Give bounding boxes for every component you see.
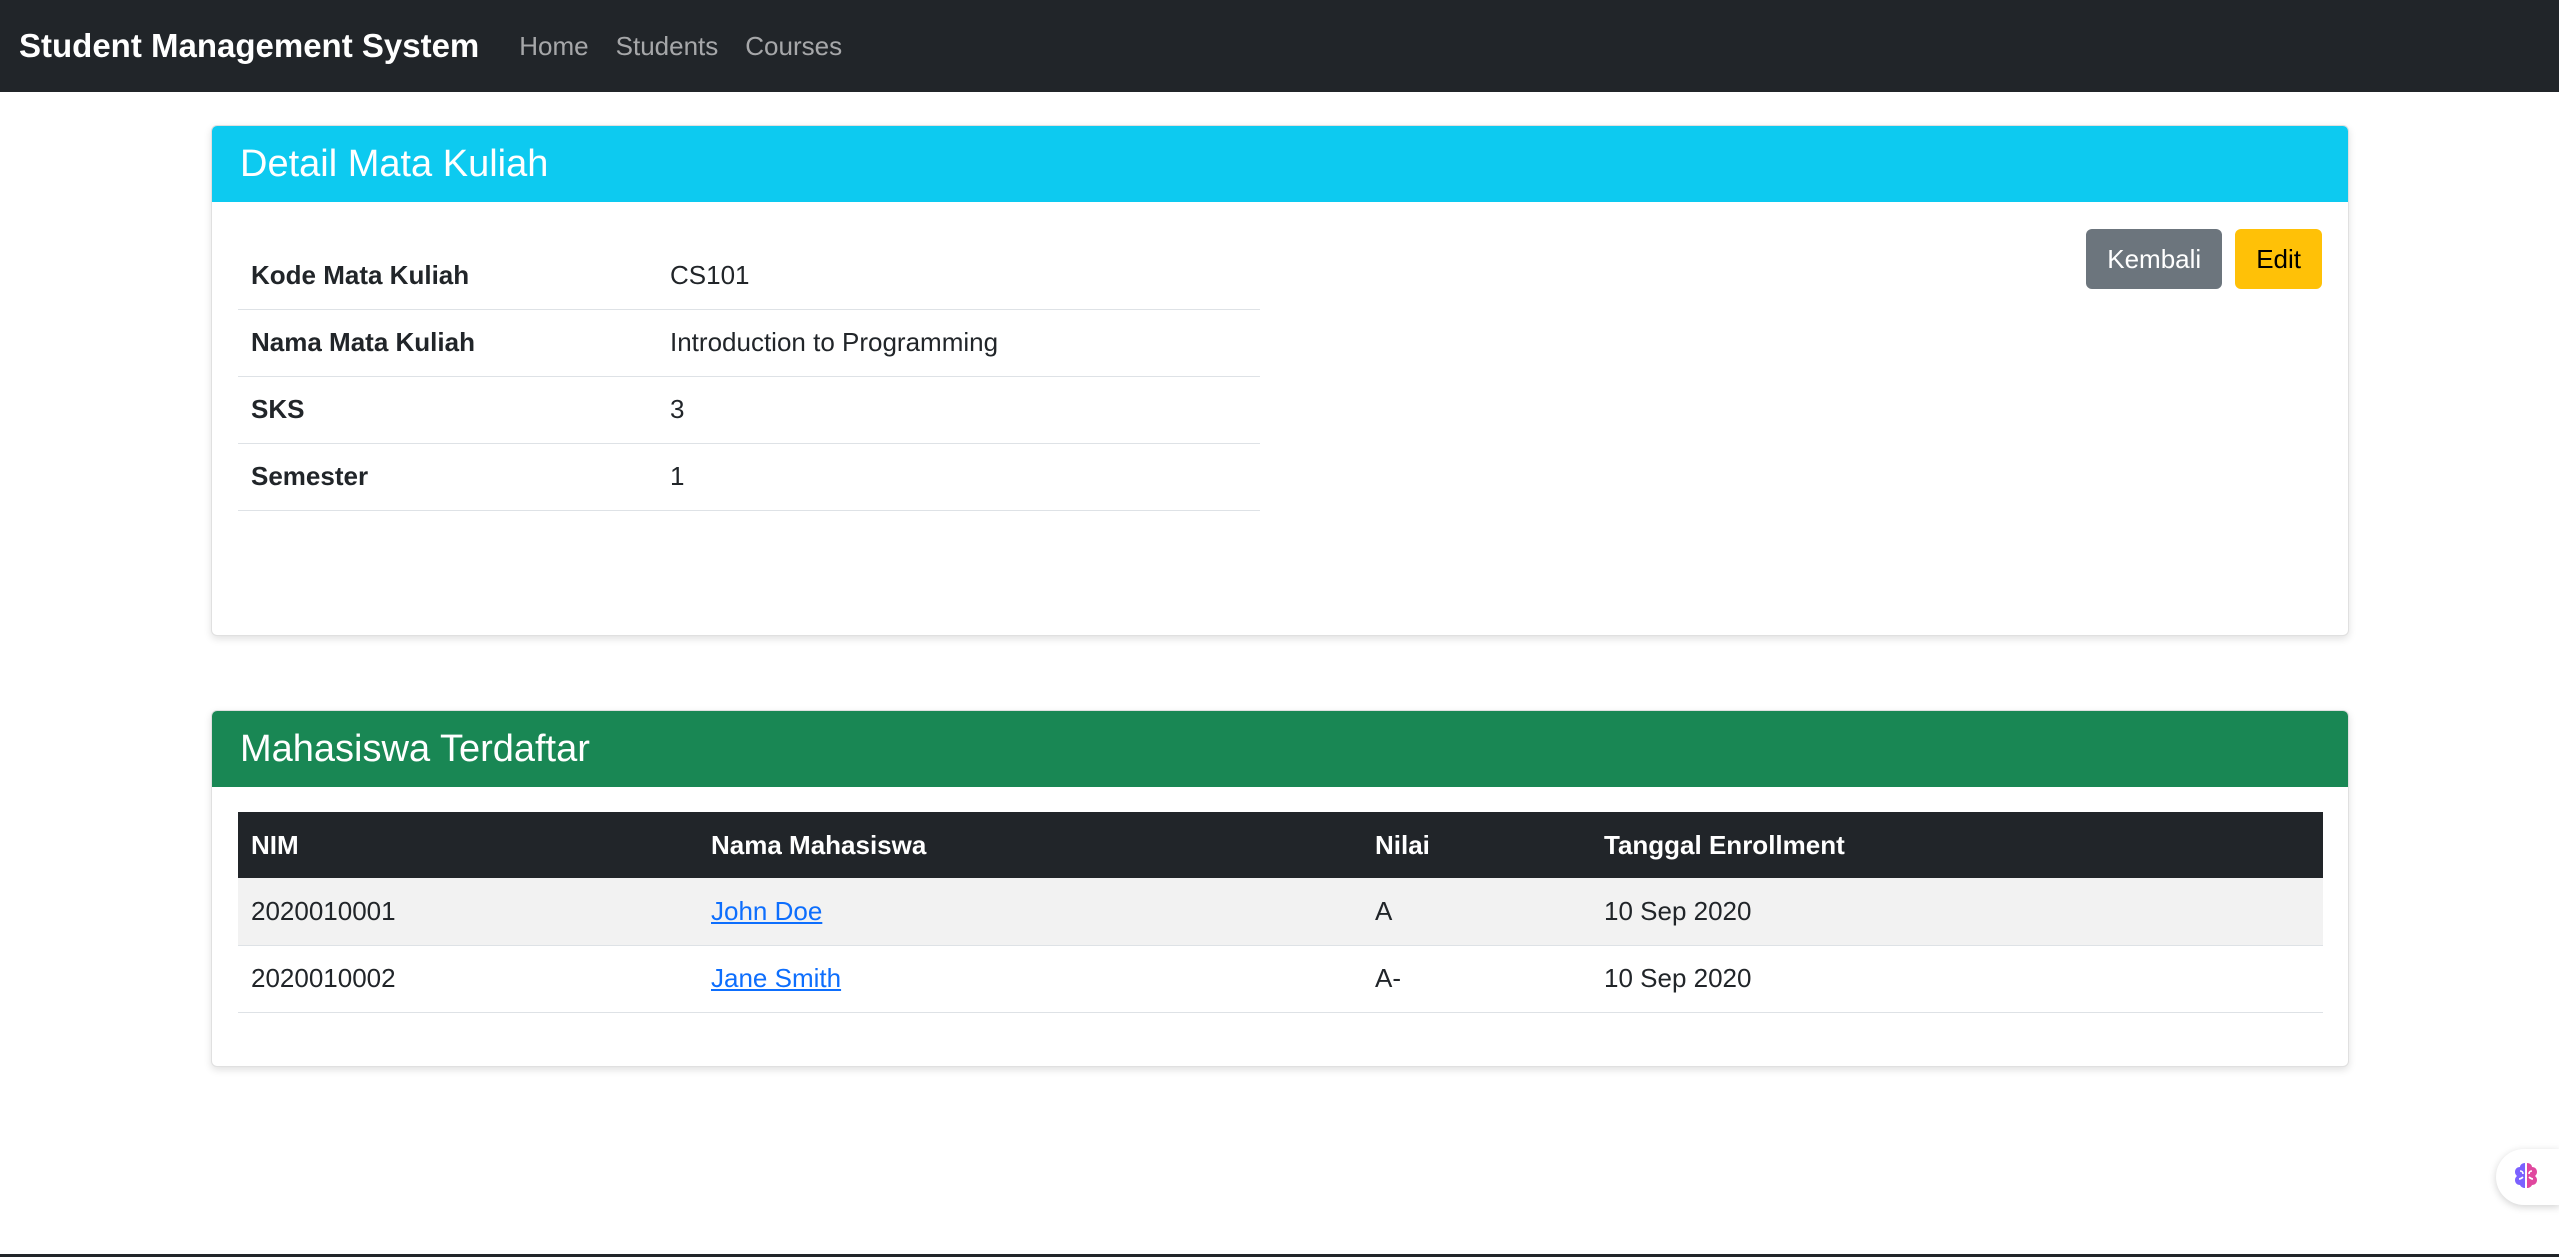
column-header-nim: NIM [251, 829, 299, 860]
course-actions: Kembali Edit [2086, 229, 2322, 289]
course-code-value: CS101 [657, 242, 1260, 310]
enrollment-date: 10 Sep 2020 [1591, 878, 2323, 946]
student-name-cell: Jane Smith [698, 945, 1362, 1013]
semester-label: Semester [238, 443, 657, 511]
course-detail-header: Detail Mata Kuliah [212, 126, 2348, 202]
table-header-row: NIM Nama Mahasiswa Nilai Tanggal Enrollm… [238, 812, 2323, 878]
course-detail-table: Kode Mata Kuliah CS101 Nama Mata Kuliah … [238, 242, 1260, 511]
student-nim: 2020010001 [238, 878, 698, 946]
detail-row-semester: Semester 1 [238, 443, 1260, 511]
sks-label: SKS [238, 376, 657, 444]
top-navbar: Student Management System Home Students … [0, 0, 2559, 92]
back-button[interactable]: Kembali [2086, 229, 2223, 289]
edit-button[interactable]: Edit [2235, 229, 2322, 289]
course-name-value: Introduction to Programming [657, 309, 1260, 377]
column-header-name: Nama Mahasiswa [711, 829, 927, 860]
enrolled-students-header: Mahasiswa Terdaftar [212, 711, 2348, 787]
table-row: 2020010002 Jane Smith A- 10 Sep 2020 [238, 945, 2323, 1013]
students-table: NIM Nama Mahasiswa Nilai Tanggal Enrollm… [238, 812, 2323, 1013]
detail-row-sks: SKS 3 [238, 376, 1260, 444]
student-name-cell: John Doe [698, 878, 1362, 946]
student-name-link[interactable]: Jane Smith [711, 963, 841, 993]
floating-assistant-button[interactable] [2496, 1149, 2559, 1205]
enrollment-date: 10 Sep 2020 [1591, 945, 2323, 1013]
table-row: 2020010001 John Doe A 10 Sep 2020 [238, 878, 2323, 946]
sks-value: 3 [657, 376, 1260, 444]
student-name-link[interactable]: John Doe [711, 896, 822, 926]
course-name-label: Nama Mata Kuliah [238, 309, 657, 377]
column-header-grade: Nilai [1375, 829, 1430, 860]
student-grade: A- [1362, 945, 1591, 1013]
navbar-brand[interactable]: Student Management System [19, 27, 479, 65]
enrolled-students-card: Mahasiswa Terdaftar NIM Nama Mahasiswa N… [211, 710, 2349, 1067]
student-grade: A [1362, 878, 1591, 946]
student-nim: 2020010002 [238, 945, 698, 1013]
nav-link-students[interactable]: Students [616, 31, 719, 62]
nav-link-home[interactable]: Home [519, 31, 588, 62]
course-detail-card: Detail Mata Kuliah Kembali Edit Kode Mat… [211, 125, 2349, 636]
column-header-date: Tanggal Enrollment [1604, 829, 1845, 860]
detail-row-code: Kode Mata Kuliah CS101 [238, 242, 1260, 310]
nav-link-courses[interactable]: Courses [745, 31, 842, 62]
semester-value: 1 [657, 443, 1260, 511]
course-code-label: Kode Mata Kuliah [238, 242, 657, 310]
detail-row-name: Nama Mata Kuliah Introduction to Program… [238, 309, 1260, 377]
brain-icon [2510, 1159, 2542, 1196]
